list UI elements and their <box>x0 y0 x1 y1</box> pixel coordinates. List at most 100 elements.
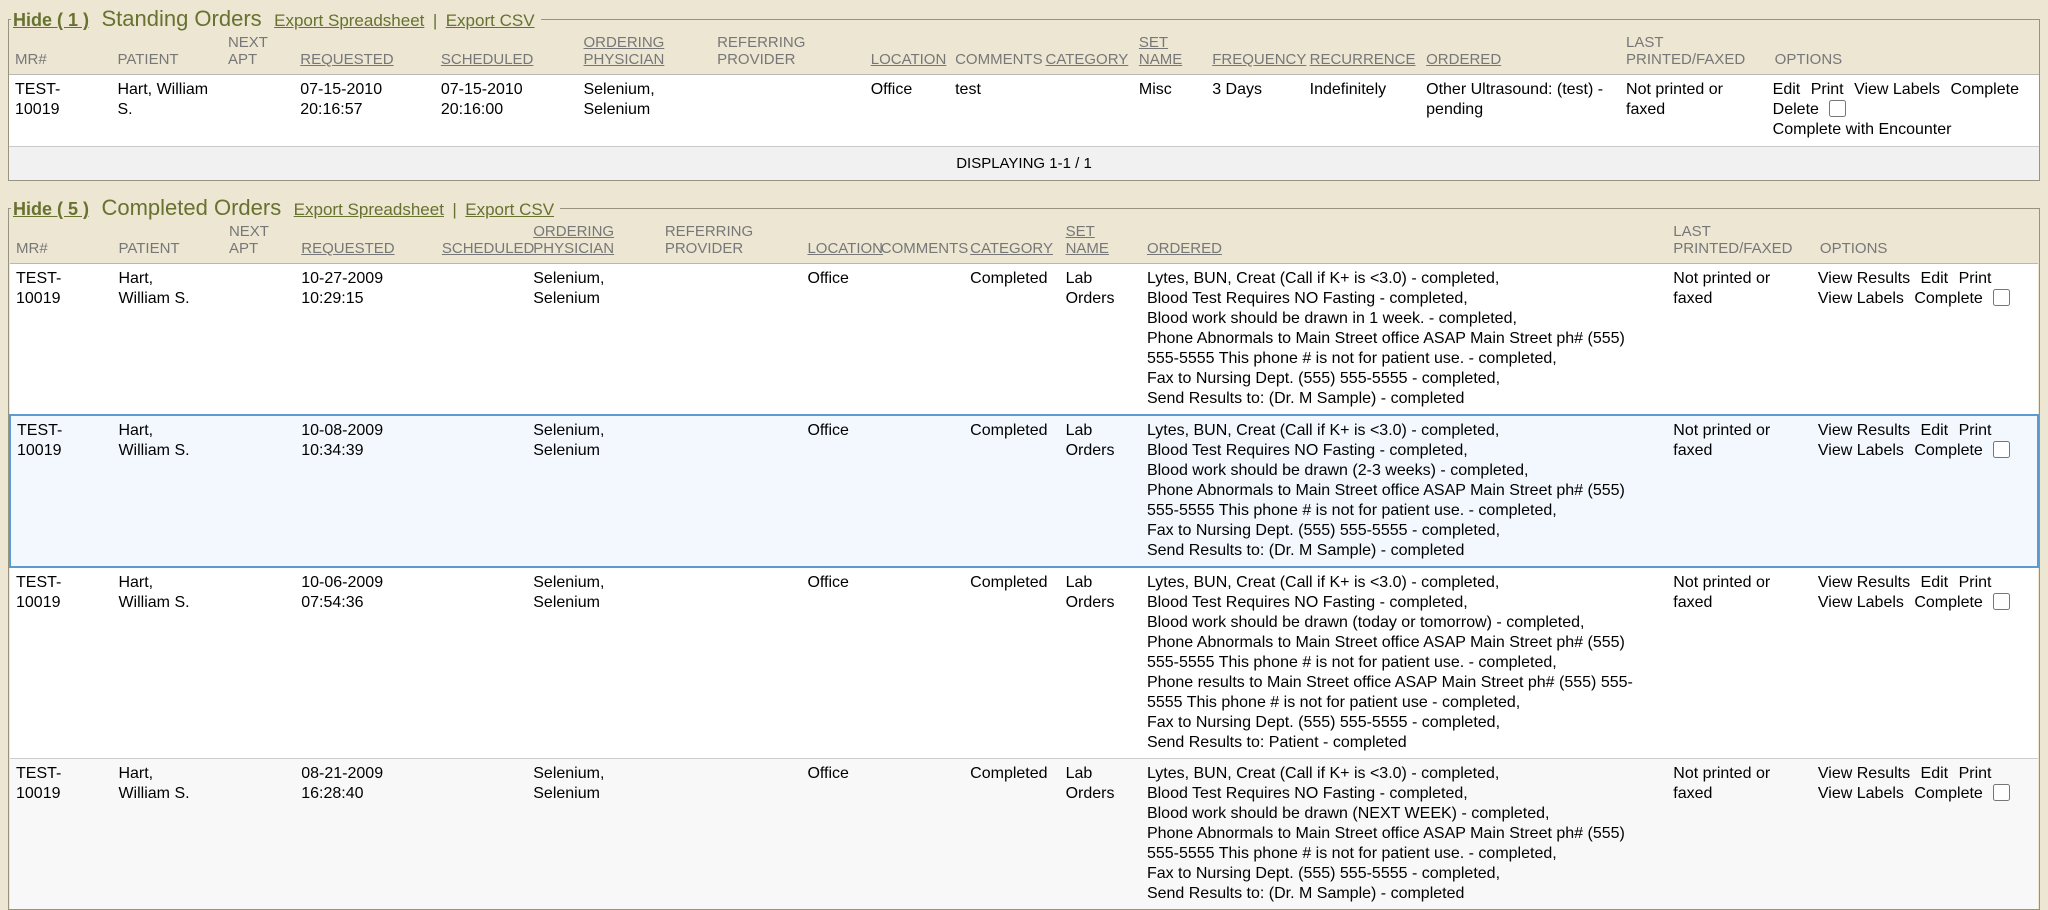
view-results-link[interactable]: View Results <box>1818 574 1910 591</box>
view-labels-link[interactable]: View Labels <box>1818 785 1904 802</box>
cell-ordering-physician: Selenium, Selenium <box>527 567 659 759</box>
column-header-next-apt: NEXT APT <box>222 32 294 75</box>
cell-referring-provider <box>711 75 865 147</box>
column-header-patient: PATIENT <box>111 32 221 75</box>
cell-options: View Results Edit Print View Labels Comp… <box>1814 415 2038 567</box>
cell-set-name: Misc <box>1133 75 1206 147</box>
view-results-link[interactable]: View Results <box>1818 270 1910 287</box>
cell-category: Completed <box>964 264 1059 416</box>
column-header-set-name[interactable]: SET NAME <box>1060 221 1141 264</box>
completed-hide-link[interactable]: Hide ( 5 ) <box>13 199 89 219</box>
delete-link[interactable]: Delete <box>1773 101 1819 118</box>
cell-mr-number: TEST-10019 <box>9 75 111 147</box>
edit-link[interactable]: Edit <box>1921 765 1949 782</box>
print-link[interactable]: Print <box>1959 270 1992 287</box>
standing-orders-legend: Hide ( 1 ) Standing Orders Export Spread… <box>11 6 541 32</box>
column-header-set-name[interactable]: SET NAME <box>1133 32 1206 75</box>
cell-ordered: Lytes, BUN, Creat (Call if K+ is <3.0) -… <box>1141 759 1667 910</box>
cell-referring-provider <box>659 415 802 567</box>
complete-link[interactable]: Complete <box>1914 290 1982 307</box>
cell-mr-number: TEST-10019 <box>10 567 112 759</box>
standing-export-spreadsheet-link[interactable]: Export Spreadsheet <box>274 11 424 30</box>
column-header-requested[interactable]: REQUESTED <box>294 32 435 75</box>
cell-next-apt <box>223 415 295 567</box>
column-header-mr: MR# <box>10 221 112 264</box>
complete-link[interactable]: Complete <box>1914 785 1982 802</box>
standing-order-row[interactable]: TEST-10019 Hart, William S. 07-15-2010 2… <box>9 75 2039 147</box>
edit-link[interactable]: Edit <box>1773 81 1801 98</box>
column-header-ordered[interactable]: ORDERED <box>1420 32 1620 75</box>
column-header-location[interactable]: LOCATION <box>865 32 949 75</box>
view-labels-link[interactable]: View Labels <box>1818 442 1904 459</box>
complete-checkbox[interactable] <box>1993 441 2010 458</box>
column-header-last-printed-faxed: LAST PRINTED/FAXED <box>1620 32 1769 75</box>
completed-order-row[interactable]: TEST-10019 Hart, William S. 08-21-2009 1… <box>10 759 2038 910</box>
completed-export-spreadsheet-link[interactable]: Export Spreadsheet <box>294 200 444 219</box>
column-header-ordering-physician[interactable]: ORDERING PHYSICIAN <box>527 221 659 264</box>
column-header-category[interactable]: CATEGORY <box>1039 32 1132 75</box>
column-header-location[interactable]: LOCATION <box>801 221 874 264</box>
print-link[interactable]: Print <box>1959 422 1992 439</box>
cell-category: Completed <box>964 415 1059 567</box>
standing-hide-link[interactable]: Hide ( 1 ) <box>13 10 89 30</box>
column-header-frequency[interactable]: FREQUENCY <box>1206 32 1303 75</box>
column-header-ordering-physician[interactable]: ORDERING PHYSICIAN <box>577 32 711 75</box>
cell-last-printed-faxed: Not printed or faxed <box>1667 264 1814 416</box>
column-header-category[interactable]: CATEGORY <box>964 221 1059 264</box>
edit-link[interactable]: Edit <box>1921 270 1949 287</box>
cell-patient: Hart, William S. <box>112 415 222 567</box>
column-header-scheduled[interactable]: SCHEDULED <box>436 221 527 264</box>
view-labels-link[interactable]: View Labels <box>1818 594 1904 611</box>
print-link[interactable]: Print <box>1959 574 1992 591</box>
completed-order-row-selected[interactable]: TEST-10019 Hart, William S. 10-08-2009 1… <box>10 415 2038 567</box>
cell-category: Completed <box>964 567 1059 759</box>
view-results-link[interactable]: View Results <box>1818 765 1910 782</box>
column-header-scheduled[interactable]: SCHEDULED <box>435 32 578 75</box>
completed-order-row[interactable]: TEST-10019 Hart, William S. 10-27-2009 1… <box>10 264 2038 416</box>
cell-patient: Hart, William S. <box>112 567 222 759</box>
print-link[interactable]: Print <box>1811 81 1844 98</box>
cell-comments <box>875 567 964 759</box>
legend-pipe-divider: | <box>433 11 437 30</box>
column-header-recurrence[interactable]: RECURRENCE <box>1304 32 1421 75</box>
complete-checkbox[interactable] <box>1993 289 2010 306</box>
cell-last-printed-faxed: Not printed or faxed <box>1667 759 1814 910</box>
complete-checkbox[interactable] <box>1993 593 2010 610</box>
view-results-link[interactable]: View Results <box>1818 422 1910 439</box>
complete-link[interactable]: Complete <box>1951 81 2019 98</box>
column-header-options: OPTIONS <box>1814 221 2038 264</box>
print-link[interactable]: Print <box>1959 765 1992 782</box>
cell-frequency: 3 Days <box>1206 75 1303 147</box>
completed-orders-legend: Hide ( 5 ) Completed Orders Export Sprea… <box>11 195 560 221</box>
cell-scheduled: 07-15-2010 20:16:00 <box>435 75 578 147</box>
standing-export-csv-link[interactable]: Export CSV <box>446 11 535 30</box>
cell-ordered: Lytes, BUN, Creat (Call if K+ is <3.0) -… <box>1141 415 1667 567</box>
cell-comments <box>875 759 964 910</box>
completed-export-csv-link[interactable]: Export CSV <box>465 200 554 219</box>
standing-pagination-row: DISPLAYING 1-1 / 1 <box>9 147 2039 181</box>
column-header-options: OPTIONS <box>1769 32 2039 75</box>
completed-order-row[interactable]: TEST-10019 Hart, William S. 10-06-2009 0… <box>10 567 2038 759</box>
cell-patient: Hart, William S. <box>112 264 222 416</box>
edit-link[interactable]: Edit <box>1921 574 1949 591</box>
complete-link[interactable]: Complete <box>1914 594 1982 611</box>
standing-orders-section: Hide ( 1 ) Standing Orders Export Spread… <box>8 6 2040 181</box>
view-labels-link[interactable]: View Labels <box>1854 81 1940 98</box>
column-header-requested[interactable]: REQUESTED <box>295 221 436 264</box>
cell-set-name: Lab Orders <box>1060 415 1141 567</box>
column-header-mr: MR# <box>9 32 111 75</box>
complete-with-encounter-link[interactable]: Complete with Encounter <box>1773 120 2035 140</box>
cell-requested: 10-06-2009 07:54:36 <box>295 567 436 759</box>
complete-checkbox[interactable] <box>1993 784 2010 801</box>
column-header-ordered[interactable]: ORDERED <box>1141 221 1667 264</box>
cell-location: Office <box>865 75 949 147</box>
view-labels-link[interactable]: View Labels <box>1818 290 1904 307</box>
cell-ordering-physician: Selenium, Selenium <box>527 264 659 416</box>
delete-checkbox[interactable] <box>1829 100 1846 117</box>
legend-pipe-divider: | <box>452 200 456 219</box>
complete-link[interactable]: Complete <box>1914 442 1982 459</box>
cell-mr-number: TEST-10019 <box>10 759 112 910</box>
cell-options: View Results Edit Print View Labels Comp… <box>1814 759 2038 910</box>
column-header-patient: PATIENT <box>112 221 222 264</box>
edit-link[interactable]: Edit <box>1921 422 1949 439</box>
